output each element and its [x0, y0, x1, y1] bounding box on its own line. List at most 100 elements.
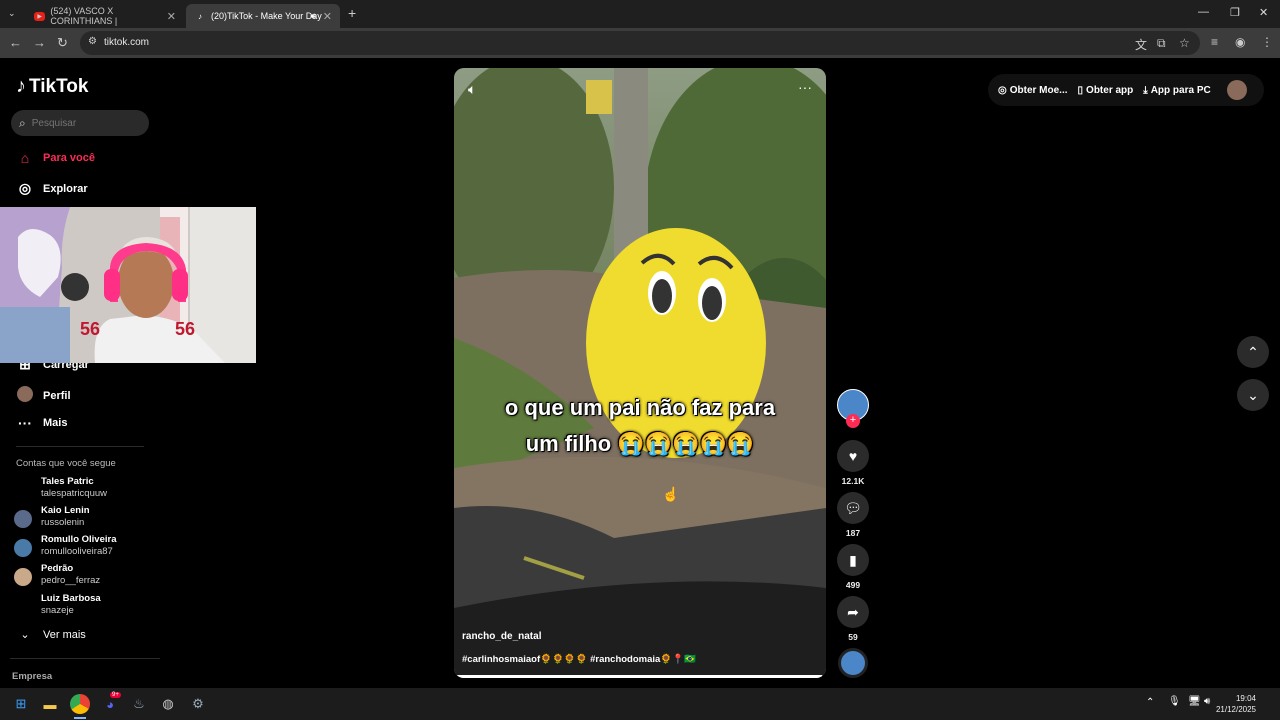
profile-icon[interactable]: ◉	[1235, 35, 1245, 49]
chevron-down-icon: ⌄	[20, 629, 30, 641]
pc-app-button[interactable]: ⤓ App para PC	[1143, 85, 1210, 96]
get-app-label: Obter app	[1086, 84, 1134, 96]
avatar[interactable]	[1226, 80, 1247, 100]
translate-icon[interactable]: 文	[1135, 36, 1147, 53]
nav-for-you[interactable]: ⌂ Para você	[16, 150, 95, 166]
account-name: Pedrão	[41, 563, 74, 574]
video-frame	[454, 68, 826, 678]
webcam-overlay: 56 56	[0, 207, 256, 363]
footer-link[interactable]: Empresa	[12, 671, 52, 682]
coin-icon: ◎	[998, 84, 1007, 96]
avatar	[14, 568, 32, 586]
browser-toolbar: ← → ↻ ⚙ tiktok.com 文 ⧉ ☆ ≡ ◉ ⋮	[0, 28, 1280, 58]
microphone-icon[interactable]: 🎙︎	[1168, 696, 1181, 707]
logo-text: TikTok	[29, 75, 89, 97]
window-close-button[interactable]: ✕	[1259, 6, 1268, 19]
audio-icon[interactable]: 🔊︎	[310, 11, 316, 22]
close-icon[interactable]: ✕	[323, 10, 332, 23]
nav-more[interactable]: ··· Mais	[16, 415, 67, 431]
divider	[16, 446, 144, 447]
tab-title: (524) VASCO X CORINTHIANS |	[50, 6, 118, 26]
following-item[interactable]: Tales Patric talespatricquuw	[14, 475, 154, 503]
get-app-button[interactable]: ▯ Obter app	[1078, 85, 1134, 96]
tab-youtube[interactable]: ▶ (524) VASCO X CORINTHIANS | ✕	[26, 4, 184, 28]
nav-explore[interactable]: ◎ Explorar	[16, 180, 88, 197]
account-name: Tales Patric	[41, 476, 94, 487]
tab-tiktok[interactable]: ♪ (20)TikTok - Make Your Day 🔊︎ ✕	[186, 4, 340, 28]
like-count: 12.1K	[841, 476, 865, 486]
chrome-icon[interactable]	[70, 694, 90, 714]
more-options-icon[interactable]: ···	[798, 79, 812, 95]
browser-menu-icon[interactable]: ⋮	[1261, 35, 1273, 49]
following-title: Contas que você segue	[16, 458, 116, 469]
windows-start-icon[interactable]: ⊞	[11, 694, 31, 714]
svg-text:56: 56	[175, 319, 195, 339]
close-icon[interactable]: ✕	[167, 10, 176, 23]
address-bar[interactable]: ⚙ tiktok.com 文 ⧉ ☆	[80, 31, 1200, 55]
get-coins-button[interactable]: ◎ Obter Moe...	[998, 85, 1068, 96]
search-icon: ⌕	[19, 115, 26, 130]
new-tab-button[interactable]: +	[348, 5, 356, 21]
tiktok-icon: ♪	[16, 75, 26, 97]
site-info-icon[interactable]: ⚙	[88, 36, 97, 47]
tray-chevron-icon[interactable]: ⌃	[1146, 697, 1154, 708]
bookmark-star-icon[interactable]: ☆	[1179, 36, 1190, 50]
video-hashtags[interactable]: #carlinhosmaiaof🌻🌻🌻🌻 #ranchodomaia🌻📍🇧🇷	[462, 654, 696, 665]
video-caption: o que um pai não faz para um filho 😭😭😭😭😭	[454, 390, 826, 462]
app-icon[interactable]: ◍	[158, 694, 178, 714]
comment-icon: 💬︎	[844, 499, 862, 516]
tab-search-icon[interactable]: ⌄	[8, 8, 16, 19]
see-more-button[interactable]: ⌄ Ver mais	[16, 628, 85, 642]
previous-video-button[interactable]: ⌃	[1237, 336, 1269, 368]
following-item[interactable]: Luiz Barbosa snazeje	[14, 592, 154, 620]
share-button[interactable]: ➦	[837, 596, 869, 628]
save-button[interactable]: ▮	[837, 544, 869, 576]
music-disc[interactable]	[838, 648, 868, 678]
like-button[interactable]: ♥	[837, 440, 869, 472]
following-item[interactable]: Pedrão pedro__ferraz	[14, 562, 154, 590]
system-clock[interactable]: 19:04 21/12/2025	[1216, 693, 1256, 715]
search-input[interactable]	[31, 117, 132, 129]
reload-button[interactable]: ↻	[57, 35, 68, 51]
save-count: 499	[845, 580, 861, 590]
nav-profile[interactable]: Perfil	[16, 386, 71, 405]
avatar	[14, 510, 32, 528]
settings-icon[interactable]: ⚙	[188, 694, 208, 714]
next-video-button[interactable]: ⌄	[1237, 379, 1269, 411]
mute-icon[interactable]: 🔈︎	[468, 81, 476, 98]
media-control-icon[interactable]: ≡	[1211, 35, 1218, 49]
comment-count: 187	[845, 528, 861, 538]
notification-badge: 9+	[110, 692, 121, 698]
caption-line: um filho 😭😭😭😭😭	[525, 431, 755, 456]
account-name: Kaio Lenin	[41, 505, 90, 516]
minimize-button[interactable]: —	[1198, 6, 1209, 18]
install-app-icon[interactable]: ⧉	[1157, 36, 1166, 51]
network-icon[interactable]: 🖥︎	[1188, 696, 1201, 707]
search-box[interactable]: ⌕	[11, 110, 149, 136]
following-item[interactable]: Romullo Oliveira romullooliveira87	[14, 533, 154, 561]
forward-button[interactable]: →	[33, 35, 46, 50]
follow-button[interactable]: +	[846, 414, 860, 428]
file-explorer-icon[interactable]: ▬	[40, 694, 60, 714]
back-button[interactable]: ←	[9, 35, 22, 50]
account-name: Luiz Barbosa	[41, 593, 101, 604]
video-progress-bar[interactable]	[454, 675, 826, 678]
browser-tab-strip: ⌄ ▶ (524) VASCO X CORINTHIANS | ✕ ♪ (20)…	[0, 0, 1280, 28]
video-player[interactable]: 🔈︎ ··· o que um pai não faz para um filh…	[454, 68, 826, 678]
active-indicator	[74, 717, 86, 719]
account-handle: talespatricquuw	[41, 488, 108, 499]
tiktok-logo[interactable]: ♪ TikTok	[16, 75, 88, 98]
steam-icon[interactable]: ♨	[129, 694, 149, 714]
clock-time: 19:04	[1235, 694, 1256, 703]
video-author[interactable]: rancho_de_natal	[462, 631, 541, 642]
comment-button[interactable]: 💬︎	[837, 492, 869, 524]
chevron-down-icon: ⌄	[1247, 386, 1259, 403]
following-item[interactable]: Kaio Lenin russolenin	[14, 504, 154, 532]
svg-text:56: 56	[80, 319, 100, 339]
restore-button[interactable]: ❐	[1230, 6, 1240, 19]
home-icon: ⌂	[20, 150, 30, 166]
volume-icon[interactable]: 🔊︎	[1204, 696, 1210, 707]
url-text: tiktok.com	[104, 37, 150, 48]
webcam-image: 56 56	[0, 207, 256, 363]
heart-icon: ♥	[848, 448, 858, 464]
